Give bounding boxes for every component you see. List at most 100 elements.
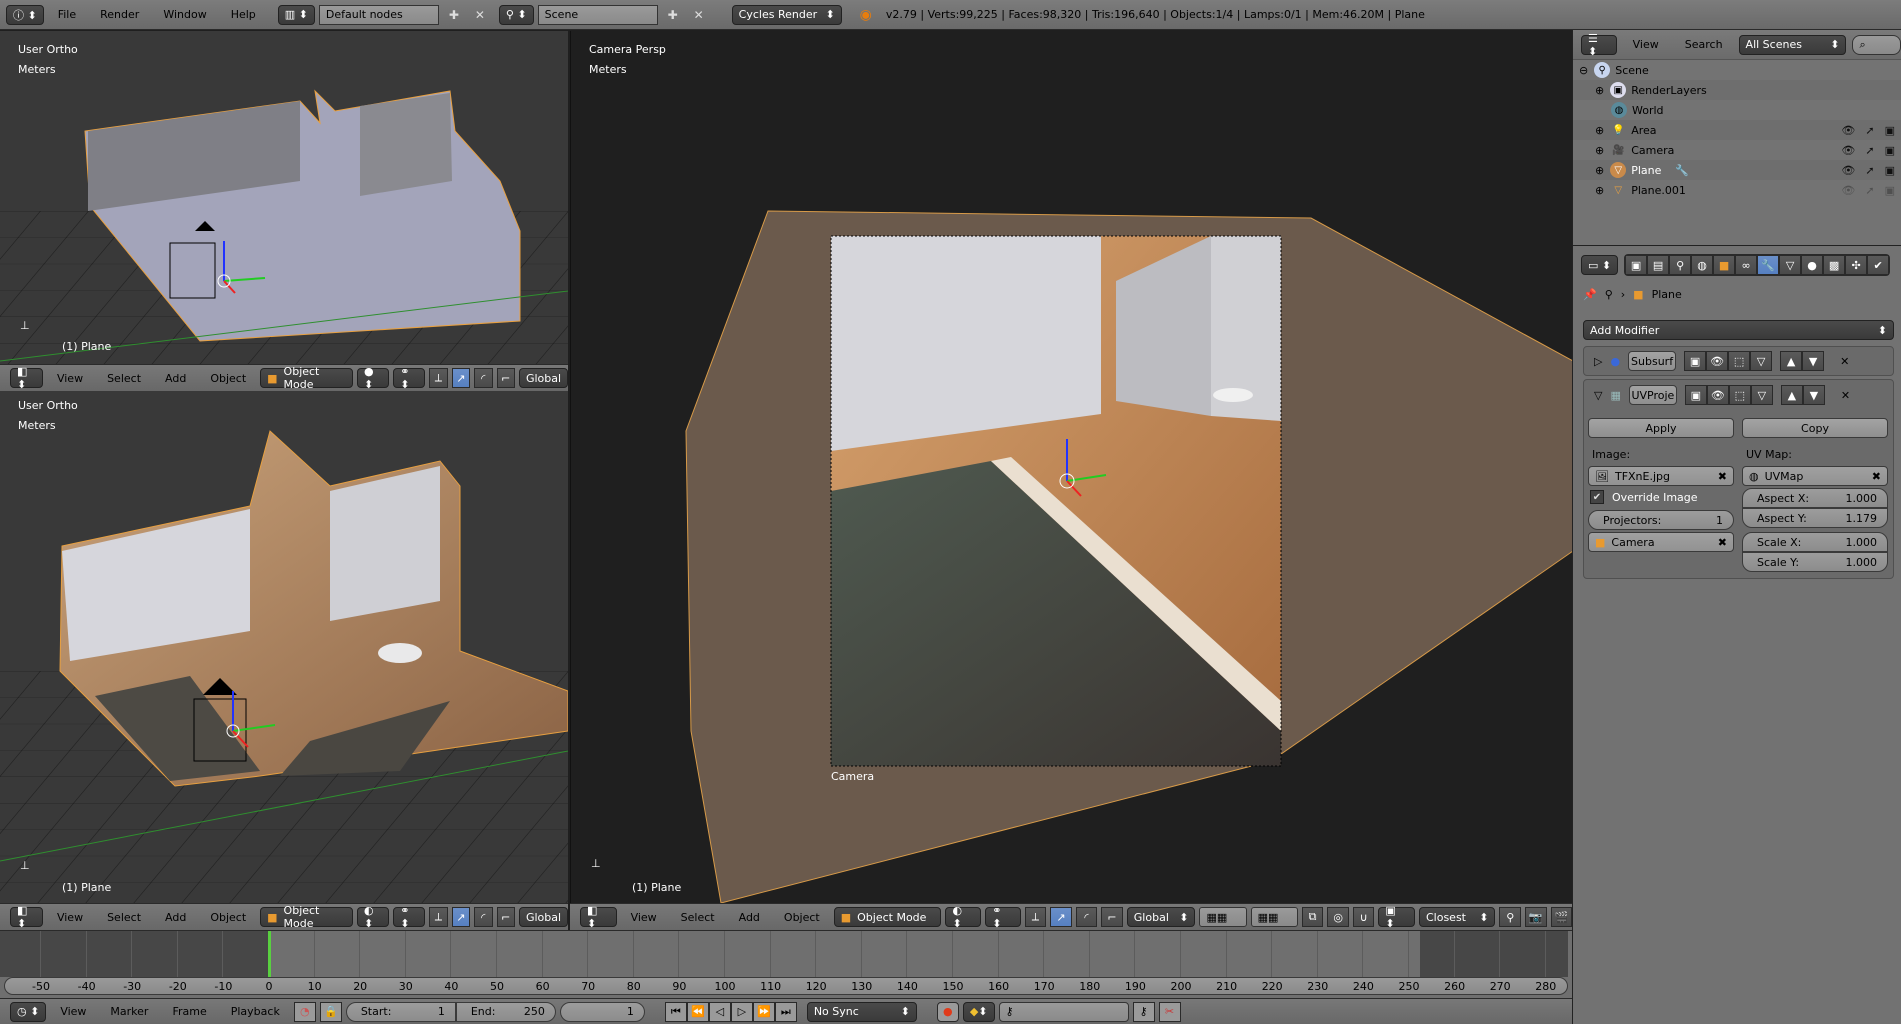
menu-frame[interactable]: Frame [162, 1005, 216, 1018]
rotate-manipulator[interactable]: ◜ [1075, 907, 1098, 927]
add-scene-icon[interactable]: ✚ [662, 5, 684, 25]
shading-dropdown[interactable]: ● ⬍ [356, 365, 390, 391]
menu-search[interactable]: Search [1675, 38, 1733, 51]
renderable-camera-icon[interactable]: ▣ [1885, 184, 1895, 197]
outliner-search-input[interactable]: ⌕ [1852, 34, 1901, 55]
tab-constraints[interactable]: ∞ [1735, 255, 1758, 275]
play-reverse-button[interactable]: ◁ [708, 1001, 731, 1022]
preview-range-toggle[interactable]: ◔ [293, 1001, 316, 1022]
outliner-item-renderlayers[interactable]: ⊕ ▣ RenderLayers [1573, 80, 1901, 100]
translate-manipulator[interactable]: ↗ [1050, 907, 1072, 927]
move-down-button[interactable]: ▼ [1802, 385, 1825, 405]
outliner-item-plane-001[interactable]: ⊕ ▽ Plane.001 👁 ➚ ▣ [1573, 180, 1901, 200]
renderable-camera-icon[interactable]: ▣ [1885, 124, 1895, 137]
outliner-item-world[interactable]: ◍ World [1573, 100, 1901, 120]
jump-keyframe-forward-button[interactable]: ⏩ [752, 1001, 775, 1022]
expand-icon[interactable]: ⊕ [1595, 184, 1604, 197]
rotate-manipulator[interactable]: ◜ [474, 368, 493, 388]
selectable-cursor-icon[interactable]: ➚ [1865, 144, 1874, 157]
orientation-dropdown[interactable]: Global [518, 907, 569, 927]
menu-object[interactable]: Object [200, 911, 256, 924]
renderable-camera-icon[interactable]: ▣ [1885, 144, 1895, 157]
show-viewport-toggle[interactable]: 👁 [1706, 385, 1729, 405]
screen-layout-name[interactable]: Default nodes [318, 4, 439, 25]
menu-add[interactable]: Add [155, 911, 196, 924]
jump-start-button[interactable]: ⏮ [664, 1001, 687, 1022]
viewport-bottom-left[interactable]: User Ortho Meters ⊥ (1) Plane [0, 391, 568, 903]
menu-object[interactable]: Object [774, 911, 830, 924]
selectable-cursor-icon[interactable]: ➚ [1865, 124, 1874, 137]
keying-mode-dropdown[interactable]: ◆ ⬍ [962, 1001, 995, 1022]
delete-screen-icon[interactable]: ✕ [469, 5, 491, 25]
layer-buttons-1[interactable]: ▦▦ [1199, 907, 1247, 927]
viewport-top-left[interactable]: User Ortho Meters ⊥ (1) Plane [0, 31, 568, 364]
menu-view[interactable]: View [47, 911, 93, 924]
delete-keyframe-button[interactable]: ✂ [1158, 1001, 1181, 1022]
rotate-manipulator[interactable]: ◜ [474, 907, 493, 927]
snap-element-dropdown[interactable]: ▣ ⬍ [1378, 904, 1415, 930]
scene-name[interactable]: Scene [537, 4, 658, 25]
modifier-name-field[interactable]: Subsurf [1628, 351, 1677, 371]
scale-manipulator[interactable]: ⌐ [496, 368, 515, 388]
lock-time-cursor-toggle[interactable]: 🔒 [319, 1001, 342, 1022]
orientation-dropdown[interactable]: Global [518, 368, 569, 388]
manipulator-toggle[interactable]: ⟂ [429, 368, 448, 388]
override-image-checkbox[interactable]: ✔ Override Image [1590, 490, 1698, 504]
mode-dropdown[interactable]: ■ Object Mode [260, 365, 353, 391]
show-cage-toggle[interactable]: ▽ [1750, 385, 1773, 405]
menu-playback[interactable]: Playback [221, 1005, 290, 1018]
show-cage-toggle[interactable]: ▽ [1750, 351, 1773, 371]
add-screen-icon[interactable]: ✚ [443, 5, 465, 25]
keying-set-field[interactable]: ⚷ [998, 1001, 1129, 1022]
orientation-dropdown[interactable]: Global ⬍ [1126, 907, 1196, 927]
editor-type-button[interactable]: ☰ ⬍ [1581, 32, 1617, 58]
pivot-dropdown[interactable]: ⚭ ⬍ [393, 365, 426, 391]
tab-render-layers[interactable]: ▤ [1647, 255, 1670, 275]
outliner-item-area[interactable]: ⊕ 💡 Area 👁 ➚ ▣ [1573, 120, 1901, 140]
show-editmode-toggle[interactable]: ⬚ [1728, 351, 1751, 371]
tab-particles[interactable]: ✣ [1845, 255, 1868, 275]
pivot-dropdown[interactable]: ⚭ ⬍ [985, 904, 1021, 930]
auto-keying-button[interactable]: ● [936, 1001, 959, 1022]
jump-end-button[interactable]: ⏭ [774, 1001, 797, 1022]
mode-dropdown[interactable]: ■ Object Mode [833, 907, 942, 927]
editor-type-info-button[interactable]: ⓘ ⬍ [6, 4, 44, 25]
align-rotation-button[interactable]: ⚲ [1499, 907, 1521, 927]
menu-view[interactable]: View [621, 911, 667, 924]
menu-help[interactable]: Help [221, 8, 266, 21]
shading-dropdown[interactable]: ◐ ⬍ [945, 904, 982, 930]
visibility-eye-icon[interactable]: 👁 [1841, 144, 1855, 157]
visibility-eye-icon[interactable]: 👁 [1841, 184, 1855, 197]
outliner-item-plane[interactable]: ⊕ ▽ Plane 🔧 👁 ➚ ▣ [1573, 160, 1901, 180]
play-button[interactable]: ▷ [730, 1001, 753, 1022]
expand-icon[interactable]: ⊕ [1595, 124, 1604, 137]
selectable-cursor-icon[interactable]: ➚ [1865, 164, 1874, 177]
menu-marker[interactable]: Marker [100, 1005, 158, 1018]
tab-scene[interactable]: ⚲ [1669, 255, 1692, 275]
clear-projector-icon[interactable]: ✖ [1718, 536, 1727, 549]
show-viewport-toggle[interactable]: 👁 [1706, 351, 1729, 371]
manipulator-toggle[interactable]: ⟂ [1024, 907, 1047, 927]
shading-dropdown[interactable]: ◐ ⬍ [356, 904, 390, 930]
menu-render[interactable]: Render [90, 8, 149, 21]
remove-modifier-icon[interactable]: ✕ [1840, 355, 1849, 368]
selectable-cursor-icon[interactable]: ➚ [1865, 184, 1874, 197]
translate-manipulator[interactable]: ↗ [451, 368, 471, 388]
layer-buttons-2[interactable]: ▦▦ [1250, 907, 1298, 927]
render-engine-dropdown[interactable]: Cycles Render ⬍ [731, 4, 842, 25]
lock-layers-button[interactable]: ⧉ [1301, 907, 1324, 927]
expand-triangle-icon[interactable]: ▷ [1594, 355, 1602, 368]
menu-select[interactable]: Select [97, 372, 151, 385]
show-render-toggle[interactable]: ▣ [1684, 351, 1707, 371]
scale-x-field[interactable]: Scale X: 1.000 [1742, 532, 1888, 552]
scale-y-field[interactable]: Scale Y: 1.000 [1742, 552, 1888, 572]
copy-button[interactable]: Copy [1742, 418, 1888, 438]
move-down-button[interactable]: ▼ [1802, 351, 1825, 371]
manipulator-toggle[interactable]: ⟂ [429, 907, 448, 927]
menu-view[interactable]: View [1623, 38, 1669, 51]
outliner-item-camera[interactable]: ⊕ 🎥 Camera 👁 ➚ ▣ [1573, 140, 1901, 160]
insert-keyframe-button[interactable]: ⚷ [1132, 1001, 1155, 1022]
pin-icon[interactable]: 📌 [1583, 288, 1597, 301]
scene-selector[interactable]: ⚲ ⬍ [498, 4, 534, 25]
uvmap-field[interactable]: ◍ UVMap ✖ [1742, 466, 1888, 486]
